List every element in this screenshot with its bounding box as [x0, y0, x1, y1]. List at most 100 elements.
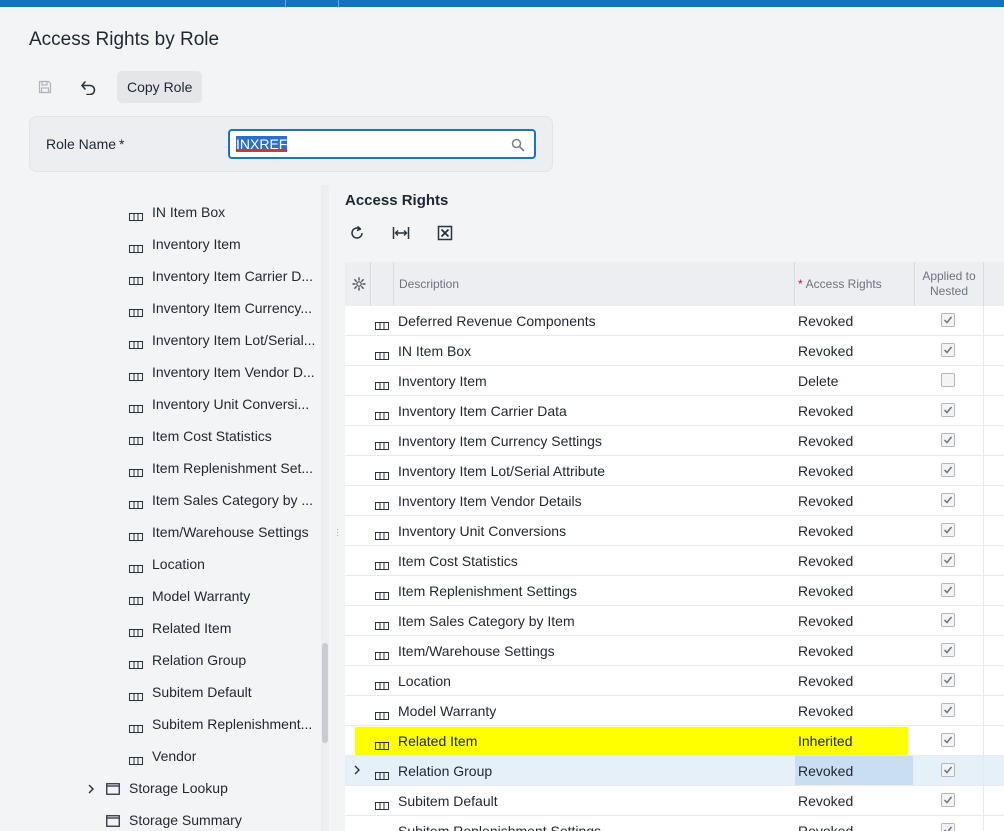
- applied-to-nested-checkbox[interactable]: [941, 793, 955, 807]
- splitter-handle[interactable]: · · ·: [336, 525, 339, 541]
- tree-item-inventory-item-lot-serial[interactable]: Inventory Item Lot/Serial...: [129, 324, 317, 356]
- description-cell[interactable]: Deferred Revenue Components: [398, 306, 596, 336]
- table-row[interactable]: IN Item Box Revoked: [345, 336, 1004, 366]
- access-rights-cell[interactable]: Inherited: [795, 726, 913, 755]
- applied-to-nested-checkbox[interactable]: [941, 343, 955, 357]
- description-cell[interactable]: Item/Warehouse Settings: [398, 636, 555, 666]
- table-row[interactable]: Location Revoked: [345, 666, 1004, 696]
- undo-button[interactable]: [73, 71, 105, 103]
- column-settings-button[interactable]: [348, 262, 370, 306]
- applied-to-nested-checkbox[interactable]: [941, 733, 955, 747]
- access-rights-cell[interactable]: Revoked: [795, 336, 913, 365]
- tree-item-relation-group[interactable]: Relation Group: [129, 644, 317, 676]
- applied-to-nested-checkbox[interactable]: [941, 553, 955, 567]
- role-name-value[interactable]: INXREF: [236, 136, 288, 152]
- table-row[interactable]: Inventory Item Carrier Data Revoked: [345, 396, 1004, 426]
- tree-item-inventory-item-currency[interactable]: Inventory Item Currency...: [129, 292, 317, 324]
- access-rights-cell[interactable]: Revoked: [795, 546, 913, 575]
- refresh-button[interactable]: [345, 221, 369, 245]
- tree-item-item-warehouse-settings[interactable]: Item/Warehouse Settings: [129, 516, 317, 548]
- access-rights-cell[interactable]: Revoked: [795, 426, 913, 455]
- access-rights-cell[interactable]: Delete: [795, 366, 913, 395]
- applied-to-nested-checkbox[interactable]: [941, 643, 955, 657]
- access-rights-cell[interactable]: Revoked: [795, 696, 913, 725]
- tree-item-subitem-replenishment[interactable]: Subitem Replenishment...: [129, 708, 317, 740]
- tree-item-item-cost-statistics[interactable]: Item Cost Statistics: [129, 420, 317, 452]
- description-cell[interactable]: Subitem Default: [398, 786, 498, 816]
- description-cell[interactable]: Inventory Item Carrier Data: [398, 396, 567, 426]
- tree-item-related-item[interactable]: Related Item: [129, 612, 317, 644]
- applied-to-nested-checkbox[interactable]: [941, 313, 955, 327]
- access-rights-cell[interactable]: Revoked: [795, 396, 913, 425]
- table-row[interactable]: Item/Warehouse Settings Revoked: [345, 636, 1004, 666]
- description-cell[interactable]: Inventory Item Lot/Serial Attribute: [398, 456, 605, 486]
- chevron-right-icon[interactable]: [86, 782, 96, 794]
- tree-item-location[interactable]: Location: [129, 548, 317, 580]
- column-header-description[interactable]: Description: [399, 262, 789, 306]
- tree-item-inventory-unit-conversi[interactable]: Inventory Unit Conversi...: [129, 388, 317, 420]
- tree-item-item-replenishment-set[interactable]: Item Replenishment Set...: [129, 452, 317, 484]
- applied-to-nested-checkbox[interactable]: [941, 463, 955, 477]
- table-row[interactable]: Inventory Item Delete: [345, 366, 1004, 396]
- applied-to-nested-checkbox[interactable]: [941, 673, 955, 687]
- access-rights-cell[interactable]: Revoked: [795, 816, 913, 831]
- access-rights-cell[interactable]: Revoked: [795, 636, 913, 665]
- table-row[interactable]: Subitem Replenishment Settings Revoked: [345, 816, 1004, 831]
- tree-item-storage-summary[interactable]: Storage Summary: [86, 804, 316, 831]
- access-rights-cell[interactable]: Revoked: [795, 786, 913, 815]
- description-cell[interactable]: Inventory Item: [398, 366, 487, 396]
- applied-to-nested-checkbox[interactable]: [941, 523, 955, 537]
- applied-to-nested-checkbox[interactable]: [941, 763, 955, 777]
- table-row[interactable]: Deferred Revenue Components Revoked: [345, 306, 1004, 336]
- table-row[interactable]: Inventory Item Lot/Serial Attribute Revok…: [345, 456, 1004, 486]
- chevron-right-icon[interactable]: [352, 763, 362, 779]
- description-cell[interactable]: Inventory Unit Conversions: [398, 516, 566, 546]
- tree-item-storage-lookup[interactable]: Storage Lookup: [86, 772, 316, 804]
- applied-to-nested-checkbox[interactable]: [941, 403, 955, 417]
- tree-item-item-sales-category-by[interactable]: Item Sales Category by ...: [129, 484, 317, 516]
- tree-item-subitem-default[interactable]: Subitem Default: [129, 676, 317, 708]
- table-row[interactable]: Inventory Item Vendor Details Revoked: [345, 486, 1004, 516]
- access-rights-cell[interactable]: Revoked: [795, 606, 913, 635]
- access-rights-cell[interactable]: Revoked: [795, 486, 913, 515]
- column-header-access-rights[interactable]: * Access Rights: [798, 262, 913, 306]
- save-button[interactable]: [29, 71, 61, 103]
- column-header-applied-to-nested[interactable]: Applied to Nested: [915, 262, 983, 306]
- fit-columns-button[interactable]: [389, 221, 413, 245]
- description-cell[interactable]: Inventory Item Vendor Details: [398, 486, 582, 516]
- table-row[interactable]: Inventory Item Currency Settings Revoked: [345, 426, 1004, 456]
- applied-to-nested-checkbox[interactable]: [941, 823, 955, 831]
- access-rights-cell[interactable]: Revoked: [795, 306, 913, 335]
- description-cell[interactable]: IN Item Box: [398, 336, 471, 366]
- table-row[interactable]: Inventory Unit Conversions Revoked: [345, 516, 1004, 546]
- access-rights-cell[interactable]: Revoked: [795, 516, 913, 545]
- table-row[interactable]: Model Warranty Revoked: [345, 696, 1004, 726]
- applied-to-nested-checkbox[interactable]: [941, 703, 955, 717]
- tree-item-inventory-item[interactable]: Inventory Item: [129, 228, 317, 260]
- tree-item-vendor[interactable]: Vendor: [129, 740, 317, 772]
- tree-item-in-item-box[interactable]: IN Item Box: [129, 196, 317, 228]
- table-row[interactable]: Item Cost Statistics Revoked: [345, 546, 1004, 576]
- table-row[interactable]: Relation Group Revoked: [345, 756, 1004, 786]
- description-cell[interactable]: Relation Group: [398, 756, 492, 786]
- description-cell[interactable]: Location: [398, 666, 451, 696]
- table-row[interactable]: Item Replenishment Settings Revoked: [345, 576, 1004, 606]
- description-cell[interactable]: Related Item: [398, 726, 477, 756]
- tree-item-inventory-item-carrier-d[interactable]: Inventory Item Carrier D...: [129, 260, 317, 292]
- access-rights-cell[interactable]: Revoked: [795, 666, 913, 695]
- copy-role-button[interactable]: Copy Role: [117, 71, 203, 103]
- table-row[interactable]: Item Sales Category by Item Revoked: [345, 606, 1004, 636]
- access-rights-cell[interactable]: Revoked: [795, 756, 913, 785]
- table-row[interactable]: Subitem Default Revoked: [345, 786, 1004, 816]
- role-name-field[interactable]: INXREF: [228, 129, 536, 159]
- applied-to-nested-checkbox[interactable]: [941, 493, 955, 507]
- applied-to-nested-checkbox[interactable]: [941, 583, 955, 597]
- description-cell[interactable]: Item Replenishment Settings: [398, 576, 577, 606]
- table-row[interactable]: Related Item Inherited: [345, 726, 1004, 756]
- description-cell[interactable]: Item Sales Category by Item: [398, 606, 575, 636]
- tree-scrollbar-thumb[interactable]: [322, 643, 328, 743]
- description-cell[interactable]: Subitem Replenishment Settings: [398, 816, 601, 831]
- export-excel-button[interactable]: [433, 221, 457, 245]
- search-icon[interactable]: [511, 138, 525, 155]
- description-cell[interactable]: Item Cost Statistics: [398, 546, 518, 576]
